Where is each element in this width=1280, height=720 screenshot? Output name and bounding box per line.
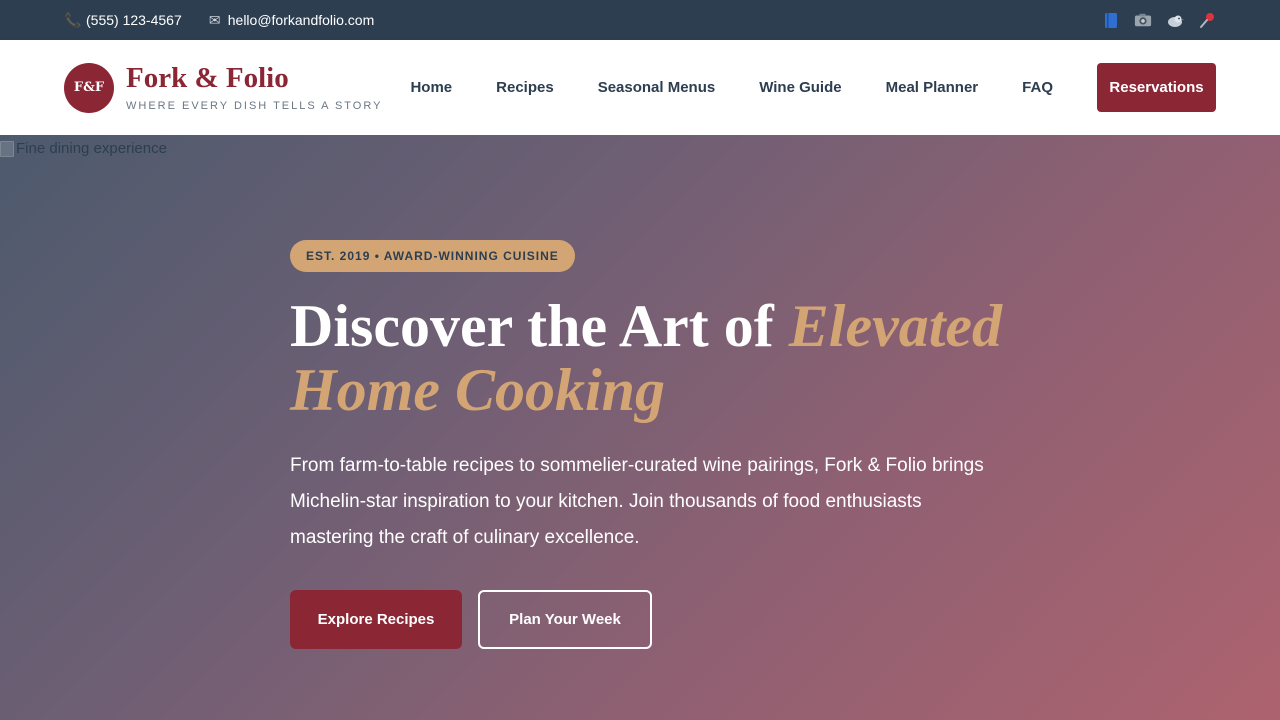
plan-your-week-button[interactable]: Plan Your Week	[478, 590, 652, 649]
headline-plain: Discover the Art of	[290, 293, 789, 359]
brand-name: Fork & Folio	[126, 61, 289, 94]
nav-wine-guide[interactable]: Wine Guide	[759, 79, 841, 96]
email-address: hello@forkandfolio.com	[227, 12, 375, 28]
nav-meal-planner[interactable]: Meal Planner	[886, 79, 979, 96]
pin-icon[interactable]	[1198, 11, 1216, 29]
phone-number: (555) 123-4567	[86, 12, 182, 28]
hero-headline: Discover the Art of Elevated Home Cookin…	[290, 294, 1030, 422]
book-icon[interactable]	[1102, 11, 1120, 29]
hero-image-alt: Fine dining experience	[16, 140, 167, 157]
hero-description: From farm-to-table recipes to sommelier-…	[290, 455, 984, 548]
hero-cta-group: Explore Recipes Plan Your Week	[290, 590, 1030, 649]
nav-home[interactable]: Home	[410, 79, 452, 96]
nav-seasonal-menus[interactable]: Seasonal Menus	[598, 79, 716, 96]
nav-faq[interactable]: FAQ	[1022, 79, 1053, 96]
bird-icon[interactable]	[1166, 11, 1184, 29]
site-header: F&F Fork & Folio WHERE EVERY DISH TELLS …	[0, 40, 1280, 135]
email-contact[interactable]: ✉ hello@forkandfolio.com	[206, 11, 375, 29]
camera-icon[interactable]	[1134, 11, 1152, 29]
hero-section: Fine dining experience EST. 2019 • AWARD…	[0, 135, 1280, 720]
main-nav: Home Recipes Seasonal Menus Wine Guide M…	[410, 63, 1216, 112]
reservations-button[interactable]: Reservations	[1097, 63, 1216, 112]
envelope-icon: ✉	[208, 11, 221, 28]
hero-content: EST. 2019 • AWARD-WINNING CUISINE Discov…	[290, 240, 1030, 649]
hero-image-placeholder: Fine dining experience	[0, 140, 167, 157]
broken-image-icon	[0, 140, 14, 157]
hero-badge: EST. 2019 • AWARD-WINNING CUISINE	[290, 240, 575, 272]
phone-contact[interactable]: 📞 (555) 123-4567	[64, 11, 182, 29]
brand-logo[interactable]: F&F Fork & Folio WHERE EVERY DISH TELLS …	[64, 61, 383, 113]
brand-tagline: WHERE EVERY DISH TELLS A STORY	[126, 100, 383, 113]
phone-icon: 📞	[64, 11, 82, 28]
nav-recipes[interactable]: Recipes	[496, 79, 554, 96]
contact-info: 📞 (555) 123-4567 ✉ hello@forkandfolio.co…	[64, 12, 374, 29]
social-links	[1102, 11, 1216, 29]
top-bar: 📞 (555) 123-4567 ✉ hello@forkandfolio.co…	[0, 0, 1280, 40]
explore-recipes-button[interactable]: Explore Recipes	[290, 590, 462, 649]
logo-badge: F&F	[64, 62, 114, 113]
brand-text: Fork & Folio WHERE EVERY DISH TELLS A ST…	[126, 61, 383, 113]
